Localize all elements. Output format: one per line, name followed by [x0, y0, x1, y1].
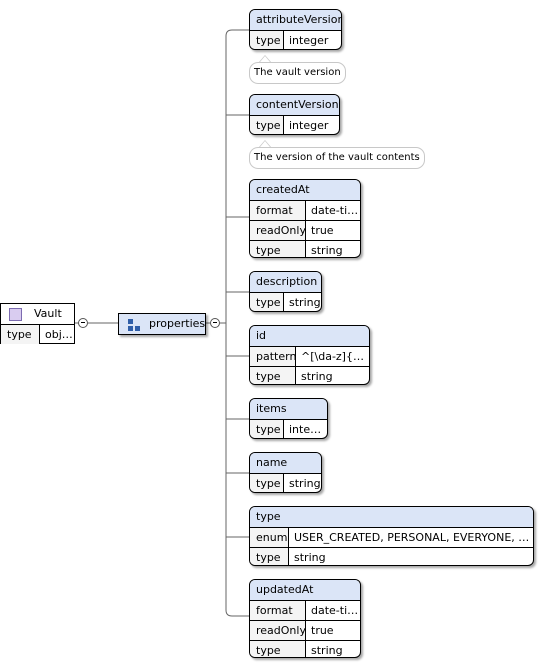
- row-label: enum: [250, 528, 289, 547]
- node-row: type integer: [250, 31, 341, 49]
- node-updatedAt[interactable]: updatedAt format date-time readOnly true…: [249, 579, 361, 658]
- annotation-note: The vault version: [249, 62, 346, 84]
- root-title: Vault: [1, 304, 74, 325]
- row-label: pattern: [250, 347, 296, 366]
- node-title: contentVersion: [250, 95, 339, 116]
- node-row: enum USER_CREATED, PERSONAL, EVERYONE, T…: [250, 528, 533, 547]
- row-value: string: [289, 296, 321, 309]
- row-label: type: [250, 641, 306, 657]
- node-row: type integer: [250, 420, 327, 438]
- node-row: type string: [250, 366, 369, 384]
- root-element-vault[interactable]: Vault type object: [0, 303, 75, 344]
- node-row: type string: [250, 474, 321, 492]
- node-row: format date-time: [250, 201, 360, 220]
- node-title: name: [250, 453, 321, 474]
- row-label: type: [250, 293, 284, 311]
- row-value: integer: [289, 423, 327, 436]
- node-title: description: [250, 272, 321, 293]
- collapse-properties-icon[interactable]: [210, 318, 220, 328]
- annotation-note: The version of the vault contents: [249, 147, 425, 169]
- row-value: string: [301, 370, 333, 383]
- row-value: integer: [289, 119, 329, 132]
- node-id[interactable]: id pattern ^[\da-z]{26}$ type string: [249, 325, 370, 385]
- row-value: string: [294, 551, 326, 564]
- row-label: type: [250, 116, 284, 134]
- row-label: format: [250, 201, 306, 220]
- row-label: type: [250, 420, 284, 438]
- node-row: type integer: [250, 116, 339, 134]
- node-title: type: [250, 507, 533, 528]
- node-title: items: [250, 399, 327, 420]
- row-label: type: [250, 474, 284, 492]
- node-row: type string: [250, 547, 533, 565]
- root-type-value: object: [45, 328, 74, 341]
- element-icon: [9, 308, 22, 321]
- note-tail: [259, 140, 271, 147]
- root-type-row: type object: [1, 325, 74, 344]
- row-label: type: [250, 241, 306, 257]
- row-label: type: [250, 367, 296, 384]
- node-createdAt[interactable]: createdAt format date-time readOnly true…: [249, 179, 361, 258]
- row-value: string: [311, 644, 343, 657]
- node-type[interactable]: type enum USER_CREATED, PERSONAL, EVERYO…: [249, 506, 534, 566]
- node-name[interactable]: name type string: [249, 452, 322, 493]
- node-row: type string: [250, 240, 360, 257]
- row-value: string: [311, 244, 343, 257]
- row-value: string: [289, 477, 321, 490]
- node-title: attributeVersion: [250, 10, 341, 31]
- node-attributeVersion[interactable]: attributeVersion type integer: [249, 9, 342, 50]
- node-title: createdAt: [250, 180, 360, 201]
- node-title: updatedAt: [250, 580, 360, 601]
- row-value: ^[\da-z]{26}$: [301, 350, 369, 363]
- node-description[interactable]: description type string: [249, 271, 322, 312]
- node-row: type string: [250, 293, 321, 311]
- root-type-label: type: [1, 325, 40, 344]
- node-row: readOnly true: [250, 620, 360, 640]
- note-tail: [259, 55, 271, 62]
- root-title-text: Vault: [34, 307, 62, 320]
- row-label: format: [250, 601, 306, 620]
- row-value: USER_CREATED, PERSONAL, EVERYONE, TR ...: [294, 531, 533, 544]
- row-value: date-time: [311, 604, 360, 617]
- node-row: readOnly true: [250, 220, 360, 240]
- row-value: integer: [289, 34, 329, 47]
- node-contentVersion[interactable]: contentVersion type integer: [249, 94, 340, 135]
- node-title: id: [250, 326, 369, 347]
- properties-icon: [128, 319, 140, 331]
- row-value: date-time: [311, 204, 360, 217]
- node-row: format date-time: [250, 601, 360, 620]
- node-row: pattern ^[\da-z]{26}$: [250, 347, 369, 366]
- properties-node[interactable]: properties: [118, 313, 206, 335]
- row-label: readOnly: [250, 221, 306, 240]
- row-label: readOnly: [250, 621, 306, 640]
- row-value: true: [311, 224, 334, 237]
- properties-label: properties: [149, 317, 206, 330]
- collapse-root-icon[interactable]: [78, 318, 88, 328]
- row-label: type: [250, 31, 284, 49]
- row-value: true: [311, 624, 334, 637]
- node-items[interactable]: items type integer: [249, 398, 328, 439]
- node-row: type string: [250, 640, 360, 657]
- row-label: type: [250, 548, 289, 565]
